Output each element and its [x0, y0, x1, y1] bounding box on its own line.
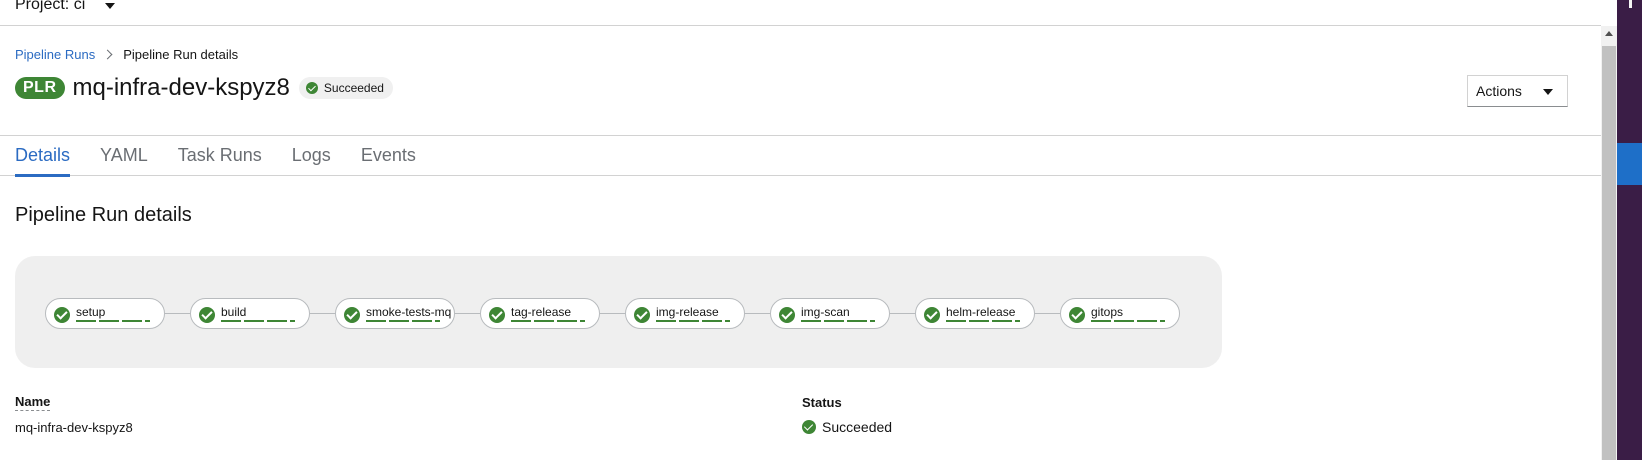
pipeline-task-label: build: [221, 305, 247, 319]
main-content: Pipeline Runs Pipeline Run details PLR m…: [0, 27, 1601, 460]
pipeline-connector: [1035, 313, 1060, 314]
task-step-progress-bar: [801, 320, 875, 322]
actions-label: Actions: [1476, 83, 1522, 99]
scroll-up-arrow-icon[interactable]: [1605, 31, 1613, 36]
actions-dropdown-button[interactable]: Actions: [1467, 75, 1568, 107]
pipeline-connector: [165, 313, 190, 314]
status-badge-label: Succeeded: [323, 81, 384, 95]
side-panel-strip: [1617, 0, 1642, 460]
status-value-text: Succeeded: [822, 419, 893, 435]
check-circle-icon: [344, 307, 360, 323]
check-circle-icon: [924, 307, 940, 323]
status-value: Succeeded: [802, 419, 892, 435]
pipeline-task-node[interactable]: build: [190, 298, 310, 329]
pipeline-connector: [455, 313, 480, 314]
vertical-scrollbar[interactable]: [1601, 26, 1617, 460]
tab-details[interactable]: Details: [0, 136, 85, 177]
name-value: mq-infra-dev-kspyz8: [15, 420, 133, 435]
check-circle-icon: [489, 307, 505, 323]
pipeline-task-label: img-release: [656, 305, 719, 319]
chevron-right-icon: [102, 49, 113, 60]
project-bar: Project: ci: [0, 0, 1601, 26]
tab-bar: Details YAML Task Runs Logs Events: [0, 135, 1601, 177]
task-step-progress-bar: [656, 320, 730, 322]
pipeline-connector: [600, 313, 625, 314]
pipeline-task-label: setup: [76, 305, 106, 319]
check-circle-icon: [1069, 307, 1085, 323]
task-step-progress-bar: [1091, 320, 1165, 322]
task-step-progress-bar: [366, 320, 440, 322]
pipeline-task-node[interactable]: img-release: [625, 298, 745, 329]
pipeline-visualization: setup build smoke-tests-mq tag-release img-r…: [15, 256, 1222, 368]
task-step-progress-bar: [511, 320, 585, 322]
status-badge: Succeeded: [298, 77, 393, 99]
check-circle-icon: [305, 82, 318, 94]
breadcrumb: Pipeline Runs Pipeline Run details: [15, 47, 238, 62]
pipeline-task-label: tag-release: [511, 305, 572, 319]
check-circle-icon: [199, 307, 215, 323]
pipeline-task-label: img-scan: [801, 305, 850, 319]
breadcrumb-current: Pipeline Run details: [123, 47, 239, 62]
resource-badge: PLR: [15, 77, 65, 99]
pipeline-task-node[interactable]: smoke-tests-mq: [335, 298, 455, 329]
check-circle-icon: [54, 307, 70, 323]
tab-task-runs[interactable]: Task Runs: [163, 136, 277, 176]
pipeline-task-node[interactable]: setup: [45, 298, 165, 329]
status-label: Status: [802, 395, 842, 410]
pipeline-task-label: helm-release: [946, 305, 1016, 319]
pipeline-task-node[interactable]: tag-release: [480, 298, 600, 329]
pipeline-connector: [310, 313, 335, 314]
section-title: Pipeline Run details: [15, 204, 192, 226]
caret-down-icon: [1543, 89, 1553, 95]
tab-events[interactable]: Events: [346, 136, 431, 176]
pipeline-task-label: smoke-tests-mq: [366, 305, 452, 319]
name-label[interactable]: Name: [15, 394, 51, 411]
tab-logs[interactable]: Logs: [277, 136, 346, 176]
side-panel-mark: [1629, 0, 1632, 8]
project-selector[interactable]: Project: ci: [15, 0, 85, 14]
breadcrumb-pipeline-runs-link[interactable]: Pipeline Runs: [15, 47, 95, 62]
side-panel-accent[interactable]: [1617, 143, 1642, 185]
pipeline-task-node[interactable]: img-scan: [770, 298, 890, 329]
pipeline-connector: [890, 313, 915, 314]
task-step-progress-bar: [76, 320, 150, 322]
page-title: mq-infra-dev-kspyz8: [72, 74, 290, 101]
check-circle-icon: [634, 307, 650, 323]
task-step-progress-bar: [946, 320, 1020, 322]
tab-yaml[interactable]: YAML: [85, 136, 163, 176]
caret-down-icon[interactable]: [105, 3, 115, 9]
pipeline-task-node[interactable]: gitops: [1060, 298, 1180, 329]
pipeline-connector: [745, 313, 770, 314]
check-circle-icon: [802, 420, 816, 434]
title-row: PLR mq-infra-dev-kspyz8 Succeeded: [15, 74, 393, 102]
scrollbar-thumb[interactable]: [1602, 46, 1616, 460]
pipeline-task-label: gitops: [1091, 305, 1124, 319]
check-circle-icon: [779, 307, 795, 323]
task-step-progress-bar: [221, 320, 295, 322]
pipeline-task-node[interactable]: helm-release: [915, 298, 1035, 329]
